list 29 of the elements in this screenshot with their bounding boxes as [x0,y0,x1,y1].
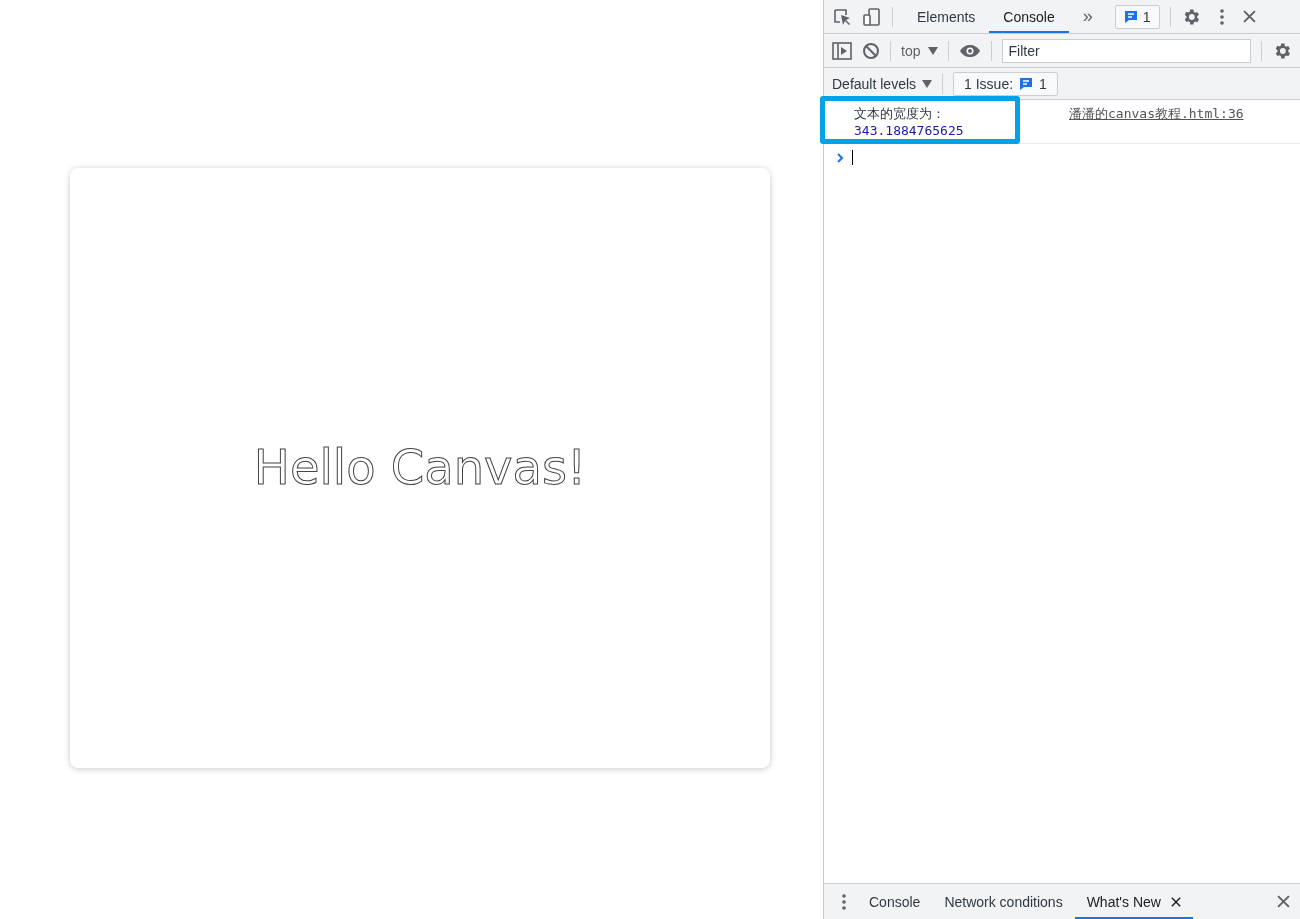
caret-icon [922,79,933,88]
menu-icon[interactable] [1218,7,1225,26]
clear-console-icon[interactable] [862,41,880,60]
issues-button[interactable]: 1 Issue: 1 [953,71,1058,96]
close-icon[interactable] [1242,10,1256,23]
close-icon[interactable] [1277,895,1290,908]
canvas-text: Hello Canvas! [253,438,587,495]
drawer-tab[interactable]: What's New [1074,884,1193,919]
caret-icon [928,46,939,55]
device-icon[interactable] [862,6,882,27]
panel-tab[interactable]: Elements [903,0,990,33]
messages-badge[interactable]: 1 [1114,4,1160,29]
source-link[interactable]: 潘潘的canvas教程.html:36 [1069,100,1244,143]
context-dropdown[interactable]: top [901,42,939,59]
message-count: 1 [1142,8,1151,25]
more-tabs-button[interactable]: » [1082,6,1093,27]
drawer-tab[interactable]: Network conditions [932,884,1075,919]
menu-icon[interactable] [841,892,847,911]
message-icon [1123,9,1138,24]
filter-field[interactable]: Filter [1002,38,1251,63]
log-message: 文本的宽度为： 343.1884765625 [853,105,965,140]
sidebar-toggle-icon[interactable] [832,41,852,60]
message-icon [1019,76,1034,91]
levels-dropdown[interactable]: Default levels [832,75,933,92]
inspect-icon[interactable] [832,6,852,27]
prompt-chevron-icon [836,152,844,163]
tab-close-icon[interactable] [1170,896,1181,907]
eye-icon[interactable] [959,43,982,58]
drawer-tab[interactable]: Console [857,884,933,919]
